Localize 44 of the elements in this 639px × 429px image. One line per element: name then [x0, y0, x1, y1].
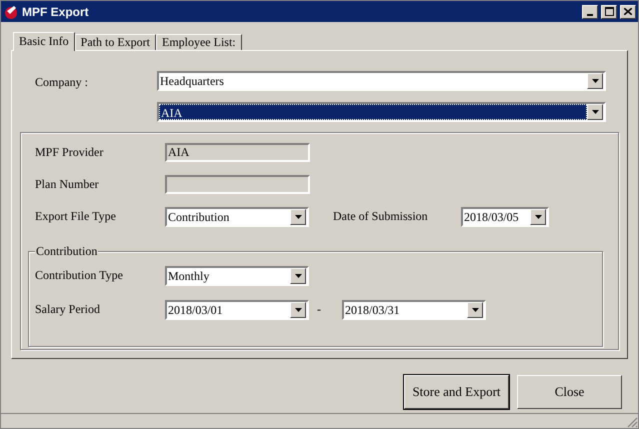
- close-button[interactable]: [620, 4, 636, 18]
- caret-icon: [294, 308, 302, 312]
- close-icon: [624, 8, 632, 15]
- caret-icon: [592, 110, 598, 114]
- caret-icon: [294, 215, 302, 219]
- read-only-field[interactable]: [165, 175, 310, 194]
- tab[interactable]: Path to Export: [74, 34, 156, 50]
- field-label: Contribution Type: [34, 267, 124, 284]
- field-label: MPF Provider: [34, 144, 104, 161]
- dropdown-button[interactable]: [290, 268, 306, 284]
- caret-icon: [472, 308, 478, 312]
- date-picker[interactable]: 2018/03/31: [342, 300, 486, 320]
- maximize-icon: [604, 7, 614, 16]
- field-label: Date of Submission: [332, 208, 429, 225]
- field-label: Export File Type: [34, 208, 117, 225]
- date-picker[interactable]: 2018/03/05: [461, 207, 549, 227]
- date-picker[interactable]: 2018/03/01: [165, 300, 309, 320]
- dialog-button[interactable]: Close: [517, 375, 622, 409]
- dialog-button[interactable]: Store and Export: [404, 375, 509, 409]
- app-icon: [3, 4, 19, 20]
- minimize-icon: [587, 14, 593, 16]
- contribution-type-dropdown[interactable]: Monthly: [165, 266, 309, 286]
- file-type-dropdown[interactable]: Contribution: [165, 207, 309, 227]
- dropdown-button[interactable]: [467, 302, 483, 318]
- range-separator: -: [316, 301, 322, 318]
- window-title: MPF Export: [22, 4, 89, 20]
- caret-icon: [294, 274, 302, 278]
- company-label: Company :: [34, 74, 89, 91]
- dropdown-button[interactable]: [587, 73, 603, 89]
- dropdown-button[interactable]: [290, 209, 306, 225]
- read-only-field[interactable]: AIA: [165, 143, 310, 162]
- company-dropdown[interactable]: Headquarters: [157, 71, 606, 91]
- tab[interactable]: Basic Info: [13, 32, 75, 51]
- field-label: Salary Period: [34, 301, 101, 318]
- minimize-button[interactable]: [582, 4, 598, 18]
- dropdown-button[interactable]: [587, 104, 603, 120]
- provider-dropdown[interactable]: AIA: [157, 102, 606, 122]
- caret-icon: [534, 215, 542, 219]
- dropdown-button[interactable]: [290, 302, 306, 318]
- field-label: Plan Number: [34, 176, 100, 193]
- tab[interactable]: Employee List:: [156, 34, 242, 50]
- maximize-button[interactable]: [601, 4, 617, 18]
- dropdown-button[interactable]: [530, 209, 546, 225]
- caret-icon: [592, 79, 598, 83]
